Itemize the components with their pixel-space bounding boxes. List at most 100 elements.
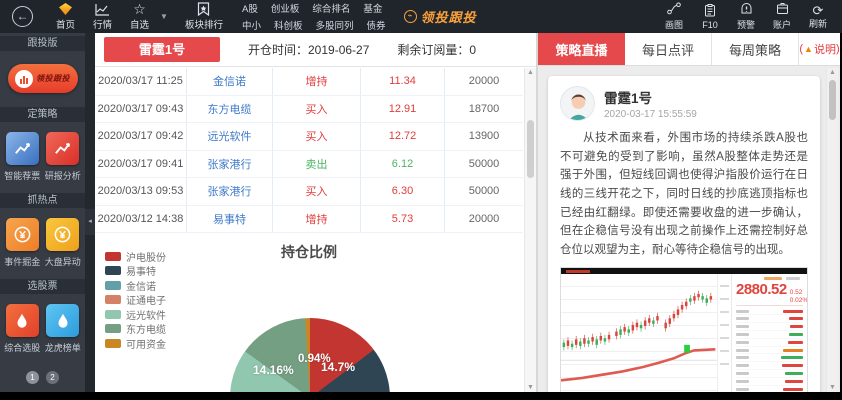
tab-daily-comment[interactable]: 每日点评 — [625, 33, 712, 65]
scroll-down-arrow[interactable]: ▼ — [525, 384, 536, 391]
market-menu-item[interactable]: 综合排名 — [312, 1, 350, 15]
sidebar-tile[interactable]: 研报分析 — [43, 132, 83, 182]
back-button[interactable]: ← — [12, 6, 33, 27]
live-panel-scrollbar[interactable]: ▲ ▼ — [826, 68, 838, 392]
market-menu-item[interactable]: 中小 — [242, 18, 261, 32]
tab-weekly-strategy[interactable]: 每周策略 — [712, 33, 799, 65]
tile-icon — [46, 218, 79, 251]
legend-color-chip — [105, 252, 121, 261]
refresh-icon: ⟳ — [813, 4, 824, 17]
market-menu-item[interactable]: 创业板 — [271, 1, 300, 15]
trade-time: 2020/03/17 09:42 — [95, 123, 187, 150]
sidebar-tile[interactable]: 大盘异动 — [43, 218, 83, 268]
market-menu-row: 中小科创板多股同列债券 — [242, 18, 386, 32]
nav-item-watchlist[interactable]: ☆ 自选 — [121, 0, 158, 33]
legend-color-chip — [105, 324, 121, 333]
sidebar-tile[interactable]: 智能荐票 — [2, 132, 42, 182]
post-text: 从技术面来看，外围市场的持续杀跌A股也不可避免的受到了影响，虽然A股整体走势还是… — [560, 129, 808, 259]
legend-item[interactable]: 东方电缆 — [105, 322, 166, 337]
legend-color-chip — [105, 266, 121, 275]
follow-invest-button[interactable]: 领投跟投 — [8, 64, 78, 93]
scrollbar-thumb[interactable] — [829, 80, 836, 120]
f10-button[interactable]: F10 — [692, 4, 728, 30]
legend-item[interactable]: 沪电股份 — [105, 249, 166, 264]
nav-item-market[interactable]: 行情 — [84, 0, 121, 33]
collapse-sidebar-button[interactable]: ◂ — [85, 209, 95, 235]
trade-volume: 18700 — [445, 96, 523, 123]
pager-dot-1[interactable]: 1 — [26, 371, 39, 384]
legend-item[interactable]: 证通电子 — [105, 293, 166, 308]
trade-row[interactable]: 2020/03/17 09:42 远光软件 买入 12.72 13900 — [95, 123, 523, 151]
nav-item-sector-rank[interactable]: 板块排行 — [176, 0, 232, 33]
legend-item[interactable]: 可用资金 — [105, 336, 166, 351]
trade-row[interactable]: 2020/03/17 09:43 东方电缆 买入 12.91 18700 — [95, 96, 523, 124]
stock-name-link[interactable]: 金信诺 — [187, 68, 273, 95]
tab-live-broadcast[interactable]: 策略直播 — [538, 33, 625, 65]
post-timestamp: 2020-03-17 15:55:59 — [604, 109, 697, 120]
scroll-up-arrow[interactable]: ▲ — [525, 69, 536, 76]
trade-table: 2020/03/17 11:25 金信诺 增持 11.34 20000 2020… — [95, 68, 523, 233]
stock-name-link[interactable]: 易事特 — [187, 206, 273, 233]
stock-name-link[interactable]: 远光软件 — [187, 123, 273, 150]
brand-logo-icon: ⌁ — [404, 10, 417, 23]
post-card: 雷霆1号 2020-03-17 15:55:59 从技术面来看，外围市场的持续杀… — [548, 76, 820, 392]
market-menu-item[interactable]: 基金 — [363, 1, 382, 15]
trade-row[interactable]: 2020/03/17 09:41 张家港行 卖出 6.12 50000 — [95, 151, 523, 179]
nav-item-home[interactable]: 首页 — [47, 0, 84, 33]
sidebar-tile[interactable]: 事件掘金 — [2, 218, 42, 268]
trade-action: 卖出 — [273, 151, 361, 178]
open-time-label: 开仓时间：2019-06-27 — [248, 41, 369, 58]
legend-item[interactable]: 易事特 — [105, 264, 166, 279]
sidebar-tile[interactable]: 龙虎榜单 — [43, 304, 83, 354]
strategy-header: 雷霆1号 开仓时间：2019-06-27 剩余订阅量：0 — [95, 33, 536, 67]
trade-action: 买入 — [273, 178, 361, 205]
top-toolbar: ← 首页 行情 ☆ 自选 ▼ 板块排行 A股创业板综合排名基金 中小科创板多股同… — [0, 0, 842, 33]
trade-time: 2020/03/17 11:25 — [95, 68, 187, 95]
market-menu-item[interactable]: 债券 — [367, 18, 386, 32]
legend-color-chip — [105, 310, 121, 319]
trade-price: 11.34 — [361, 68, 445, 95]
scroll-down-arrow[interactable]: ▼ — [827, 384, 838, 391]
index-change-pct: 0.02% — [790, 297, 808, 304]
sidebar-tile[interactable]: 综合选股 — [2, 304, 42, 354]
market-menu-item[interactable]: A股 — [242, 1, 258, 15]
f10-icon — [704, 4, 716, 20]
market-menu: A股创业板综合排名基金 中小科创板多股同列债券 — [242, 1, 386, 32]
strategy-name-button[interactable]: 雷霆1号 — [104, 37, 220, 62]
trade-row[interactable]: 2020/03/13 09:53 张家港行 买入 6.30 50000 — [95, 178, 523, 206]
sidebar-section-hotspot: 抓热点 — [0, 193, 85, 208]
strategy-panel: 雷霆1号 开仓时间：2019-06-27 剩余订阅量：0 2020/03/17 … — [95, 33, 536, 392]
stock-name-link[interactable]: 张家港行 — [187, 178, 273, 205]
tile-icon — [46, 132, 79, 165]
account-button[interactable]: 账户 — [764, 2, 800, 31]
trade-time: 2020/03/17 09:41 — [95, 151, 187, 178]
legend-item[interactable]: 远光软件 — [105, 307, 166, 322]
quote-table-placeholder — [736, 308, 803, 392]
legend-color-chip — [105, 339, 121, 348]
brand-logo-text: 领投跟投 — [421, 7, 477, 26]
index-change: 0.52 — [790, 289, 808, 296]
alert-button[interactable]: 预警 — [728, 2, 764, 31]
trade-action: 买入 — [273, 96, 361, 123]
chevron-down-icon[interactable]: ▼ — [160, 12, 168, 21]
trade-row[interactable]: 2020/03/12 14:38 易事特 增持 5.73 20000 — [95, 206, 523, 234]
pager-dot-2[interactable]: 2 — [46, 371, 59, 384]
legend-item[interactable]: 金信诺 — [105, 278, 166, 293]
explanation-link[interactable]: (▲说明) — [799, 33, 840, 65]
draw-tool-button[interactable]: 画图 — [656, 2, 692, 31]
stock-name-link[interactable]: 东方电缆 — [187, 96, 273, 123]
trade-row[interactable]: 2020/03/17 11:25 金信诺 增持 11.34 20000 — [95, 68, 523, 96]
refresh-button[interactable]: ⟳ 刷新 — [800, 4, 836, 30]
warning-triangle-icon: ▲ — [804, 44, 813, 54]
trade-price: 6.30 — [361, 178, 445, 205]
market-menu-item[interactable]: 科创板 — [274, 18, 303, 32]
live-tabbar: 策略直播 每日点评 每周策略 (▲说明) — [538, 33, 840, 66]
index-price: 2880.52 — [736, 281, 787, 298]
legend-color-chip — [105, 295, 121, 304]
market-menu-item[interactable]: 多股同列 — [316, 18, 354, 32]
scrollbar-thumb[interactable] — [527, 120, 534, 178]
trade-volume: 50000 — [445, 178, 523, 205]
scroll-up-arrow[interactable]: ▲ — [827, 69, 838, 76]
stock-name-link[interactable]: 张家港行 — [187, 151, 273, 178]
strategy-panel-scrollbar[interactable]: ▲ ▼ — [524, 68, 536, 392]
